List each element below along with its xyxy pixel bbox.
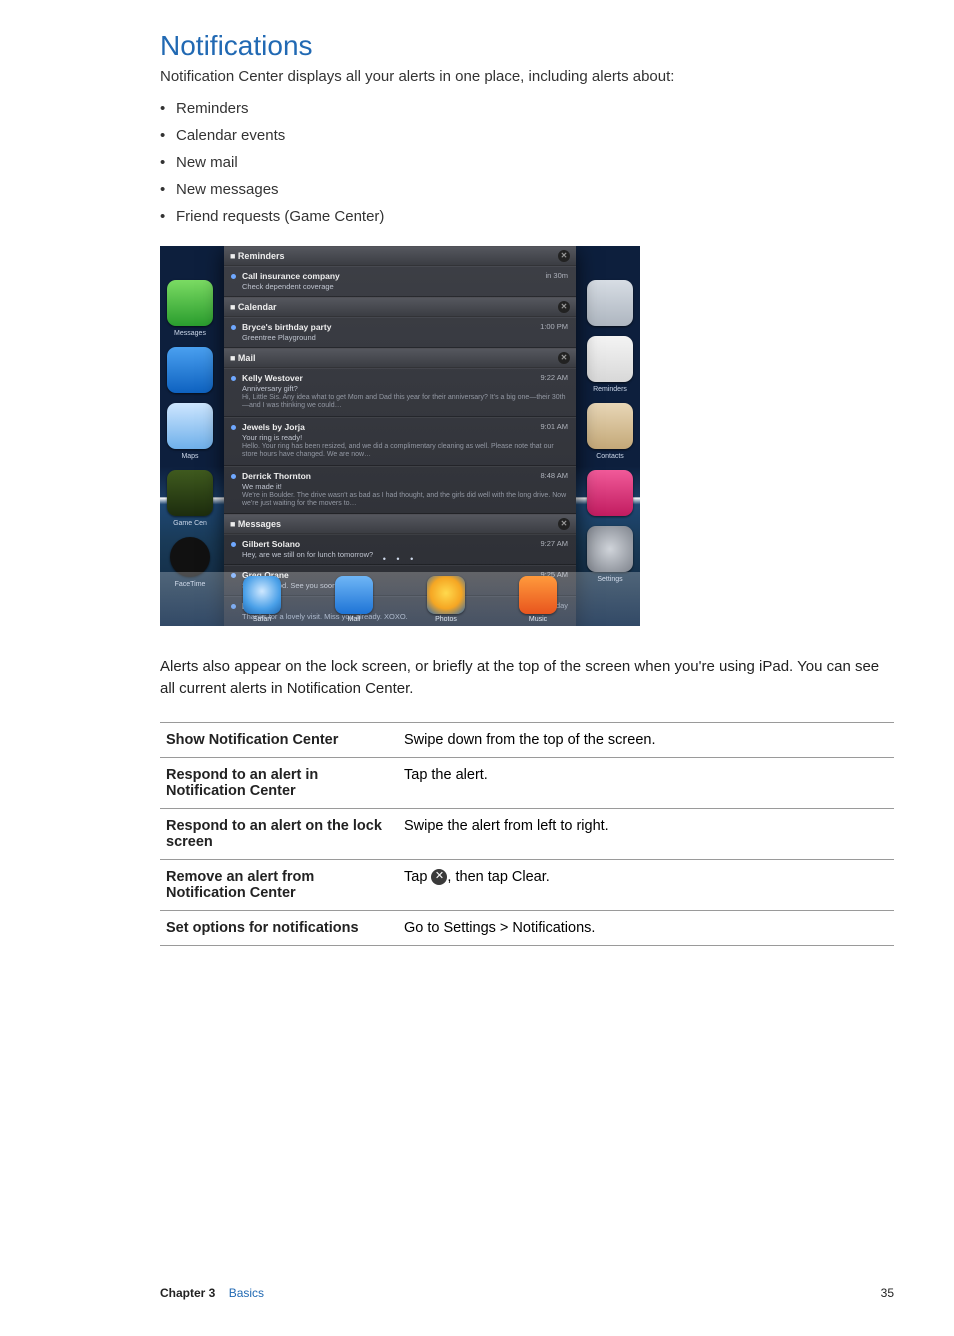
dock-app-label: Safari [243,616,281,623]
nc-section-header: ■ Messages✕ [224,514,576,534]
page-footer: Chapter 3 Basics 35 [160,1286,894,1300]
bullet-item: New messages [176,176,894,203]
bullet-item: Friend requests (Game Center) [176,203,894,230]
clear-section-icon[interactable]: ✕ [558,518,570,530]
dock-app-icon [335,576,373,614]
table-row: Respond to an alert on the lock screen S… [160,808,894,859]
nc-item[interactable]: Jewels by Jorja9:01 AMYour ring is ready… [224,417,576,466]
clear-section-icon[interactable]: ✕ [558,250,570,262]
bullet-list: Reminders Calendar events New mail New m… [160,95,894,230]
home-app-icon[interactable] [167,280,213,326]
clear-section-icon[interactable]: ✕ [558,352,570,364]
dock-app[interactable]: Music [519,576,557,623]
table-row: Remove an alert from Notification Center… [160,859,894,910]
action-label: Respond to an alert on the lock screen [160,808,398,859]
page-number: 35 [881,1286,894,1300]
dock-app-label: Photos [427,616,465,623]
action-label: Set options for notifications [160,910,398,945]
home-app-label: Contacts [580,453,640,460]
dock-app[interactable]: Safari [243,576,281,623]
home-app-label: Game Cen [160,520,220,527]
intro-paragraph: Notification Center displays all your al… [160,66,894,87]
nc-item[interactable]: Derrick Thornton8:48 AMWe made it!We're … [224,466,576,515]
table-row: Set options for notifications Go to Sett… [160,910,894,945]
dock-app-icon [243,576,281,614]
action-desc: Swipe the alert from left to right. [398,808,894,859]
bullet-item: Calendar events [176,122,894,149]
home-app-icon[interactable] [167,403,213,449]
bullet-item: Reminders [176,95,894,122]
ipad-screenshot: MessagesMapsGame CenFaceTime RemindersCo… [160,246,640,626]
dock-app-icon [519,576,557,614]
notification-center-panel: ■ Reminders✕Call insurance companyin 30m… [224,246,576,626]
home-app-icon[interactable] [587,470,633,516]
clear-section-icon[interactable]: ✕ [558,301,570,313]
home-icons-left: MessagesMapsGame CenFaceTime [160,270,220,594]
table-row: Respond to an alert in Notification Cent… [160,757,894,808]
chapter-label: Chapter 3 [160,1286,215,1300]
actions-table: Show Notification Center Swipe down from… [160,722,894,946]
dock-app-label: Music [519,616,557,623]
bullet-item: New mail [176,149,894,176]
action-label: Respond to an alert in Notification Cent… [160,757,398,808]
home-app-icon[interactable] [587,526,633,572]
home-app-icon[interactable] [587,280,633,326]
nc-item[interactable]: Kelly Westover9:22 AMAnniversary gift?Hi… [224,368,576,417]
home-app-icon[interactable] [587,403,633,449]
home-app-label: Reminders [580,386,640,393]
dock-app[interactable]: Mail [335,576,373,623]
ipad-dock: Safari Mail Photos Music [160,572,640,626]
action-desc: Tap ✕, then tap Clear. [398,859,894,910]
body-paragraph: Alerts also appear on the lock screen, o… [160,656,894,700]
action-desc: Swipe down from the top of the screen. [398,722,894,757]
action-desc: Tap the alert. [398,757,894,808]
nc-section-header: ■ Calendar✕ [224,297,576,317]
nc-item[interactable]: Bryce's birthday party1:00 PMGreentree P… [224,317,576,348]
dock-app-icon [427,576,465,614]
nc-item[interactable]: Call insurance companyin 30mCheck depend… [224,266,576,297]
dock-app-label: Mail [335,616,373,623]
table-row: Show Notification Center Swipe down from… [160,722,894,757]
nc-section-header: ■ Reminders✕ [224,246,576,266]
action-desc: Go to Settings > Notifications. [398,910,894,945]
section-heading: Notifications [160,30,894,62]
action-label: Remove an alert from Notification Center [160,859,398,910]
home-app-icon[interactable] [167,347,213,393]
home-app-icon[interactable] [587,336,633,382]
dock-app[interactable]: Photos [427,576,465,623]
section-label: Basics [229,1286,264,1300]
home-icons-right: RemindersContactsSettings [580,270,640,589]
page-indicator: • • • [160,554,640,564]
clear-x-icon: ✕ [431,869,447,885]
home-app-label: Messages [160,330,220,337]
home-app-icon[interactable] [167,470,213,516]
action-label: Show Notification Center [160,722,398,757]
home-app-label: Maps [160,453,220,460]
nc-section-header: ■ Mail✕ [224,348,576,368]
